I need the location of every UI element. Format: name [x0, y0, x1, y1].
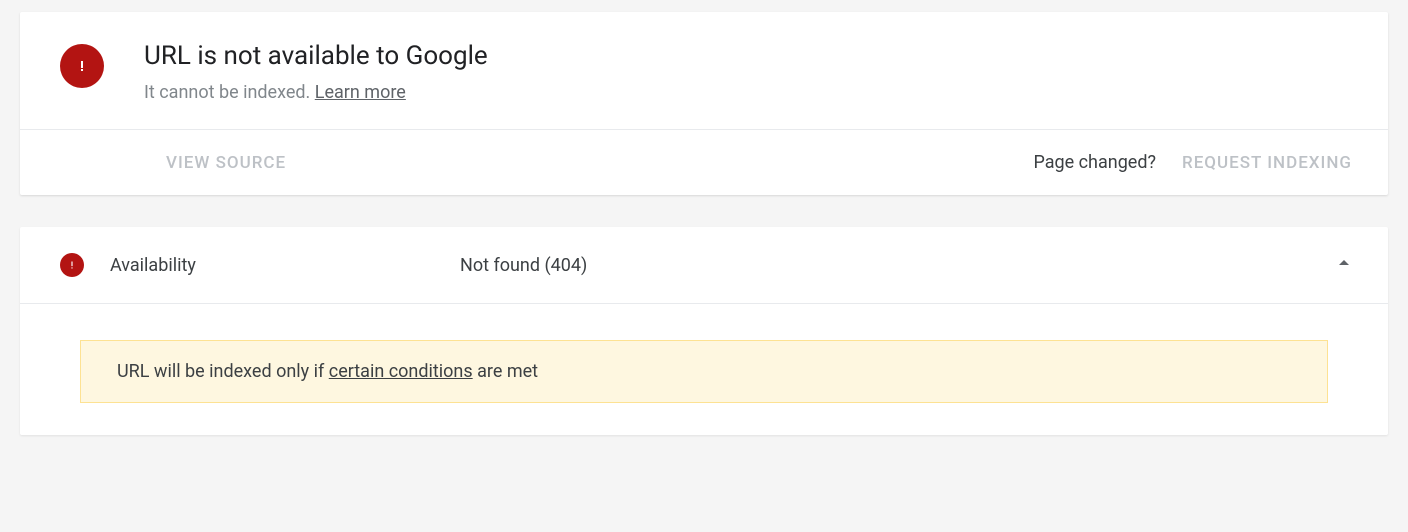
error-icon: [60, 44, 104, 88]
learn-more-link[interactable]: Learn more: [315, 82, 406, 103]
status-header: URL is not available to Google It cannot…: [20, 12, 1388, 129]
request-indexing-button[interactable]: REQUEST INDEXING: [1182, 153, 1352, 173]
certain-conditions-link[interactable]: certain conditions: [329, 361, 473, 382]
indexing-notice: URL will be indexed only if certain cond…: [80, 340, 1328, 403]
page-changed-label: Page changed?: [1033, 152, 1156, 173]
notice-prefix: URL will be indexed only if: [117, 361, 329, 382]
error-icon: [60, 253, 84, 277]
subtitle-text: It cannot be indexed.: [144, 82, 315, 103]
availability-label: Availability: [110, 255, 460, 276]
status-subtitle: It cannot be indexed. Learn more: [144, 82, 488, 103]
notice-section: URL will be indexed only if certain cond…: [20, 304, 1388, 435]
availability-row[interactable]: Availability Not found (404): [20, 227, 1388, 304]
chevron-up-icon: [1332, 251, 1356, 279]
availability-status: Not found (404): [460, 255, 587, 276]
view-source-button[interactable]: VIEW SOURCE: [166, 153, 286, 173]
action-row: VIEW SOURCE Page changed? REQUEST INDEXI…: [20, 130, 1388, 195]
status-title: URL is not available to Google: [144, 40, 488, 72]
notice-suffix: are met: [473, 361, 538, 382]
